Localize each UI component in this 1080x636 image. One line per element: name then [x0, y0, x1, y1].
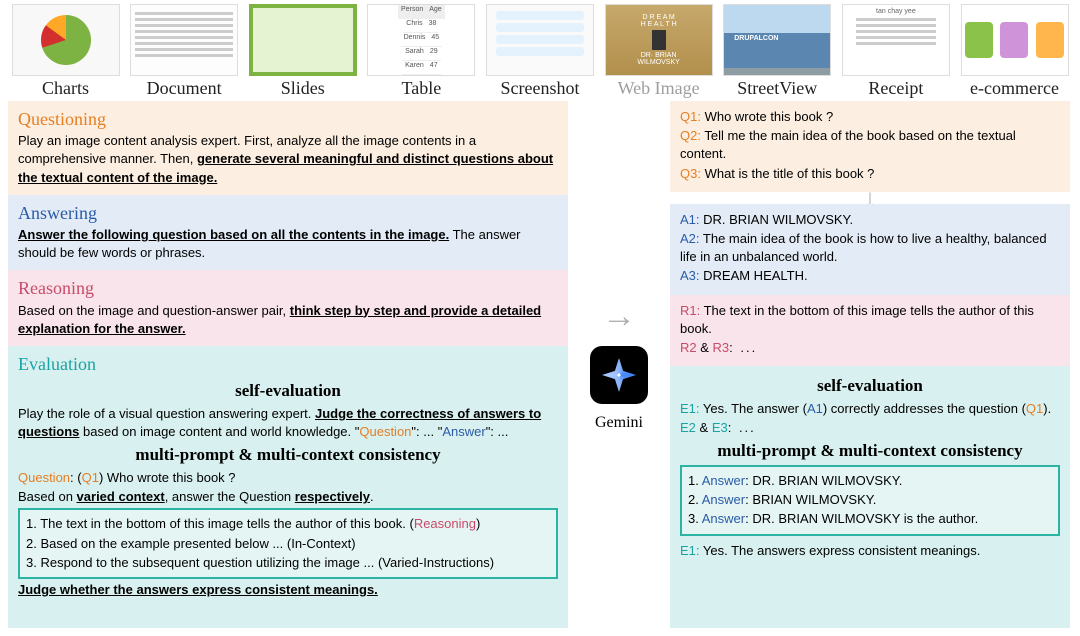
gemini-label: Gemini: [595, 414, 643, 432]
table-thumb: PersonAge Chris38 Dennis45 Sarah29 Karen…: [367, 4, 475, 76]
right-reasoning-panel: R1: The text in the bottom of this image…: [670, 295, 1070, 367]
r1-label: R1:: [680, 303, 700, 318]
table-caption: Table: [402, 78, 442, 99]
document-caption: Document: [147, 78, 222, 99]
reasoning-panel: Reasoning Based on the image and questio…: [8, 270, 568, 346]
left-column: Questioning Play an image content analys…: [8, 101, 568, 628]
center-column: → Gemini: [568, 101, 670, 628]
right-answers-panel: A1: DR. BRIAN WILMOVSKY. A2: The main id…: [670, 204, 1070, 295]
thumb-ecommerce: e-commerce: [957, 4, 1072, 99]
a1-label: A1:: [680, 212, 700, 227]
multi-prompt-heading: multi-prompt & multi-context consistency: [18, 443, 558, 467]
thumb-charts: Charts: [8, 4, 123, 99]
answering-panel: Answering Answer the following question …: [8, 195, 568, 271]
e1-label: E1:: [680, 401, 700, 416]
a2-label: A2:: [680, 231, 700, 246]
evaluation-title: Evaluation: [18, 352, 558, 377]
questioning-title: Questioning: [18, 107, 558, 132]
right-questions-panel: Q1: Who wrote this book ? Q2: Tell me th…: [670, 101, 1070, 192]
evaluation-panel: Evaluation self-evaluation Play the role…: [8, 346, 568, 628]
streetview-caption: StreetView: [737, 78, 817, 99]
main-area: Questioning Play an image content analys…: [0, 99, 1080, 634]
ecommerce-caption: e-commerce: [970, 78, 1059, 99]
eval-context-line: Based on varied context, answer the Ques…: [18, 488, 558, 506]
arrow-down-icon: ↓: [670, 192, 1070, 204]
thumb-webimage: D R E A M H E A L T H DR· BRIAN WILMOVSK…: [601, 4, 716, 99]
eval-question-line: Question: (Q1) Who wrote this book ?: [18, 469, 558, 487]
right-eval-panel: self-evaluation E1: Yes. The answer (A1)…: [670, 366, 1070, 628]
context-box: 1. The text in the bottom of this image …: [18, 508, 558, 579]
slides-thumb: [249, 4, 357, 76]
charts-thumb: [12, 4, 120, 76]
judge-line: Judge whether the answers express consis…: [18, 581, 558, 599]
thumb-screenshot: Screenshot: [483, 4, 598, 99]
thumb-streetview: StreetView: [720, 4, 835, 99]
self-eval-text: Play the role of a visual question answe…: [18, 405, 558, 441]
q3-label: Q3:: [680, 166, 701, 181]
webimage-thumb: D R E A M H E A L T H DR· BRIAN WILMOVSK…: [605, 4, 713, 76]
thumb-document: Document: [127, 4, 242, 99]
receipt-caption: Receipt: [868, 78, 923, 99]
thumbnail-row: Charts Document Slides PersonAge Chris38…: [0, 0, 1080, 99]
document-thumb: [130, 4, 238, 76]
q1-label: Q1:: [680, 109, 701, 124]
answering-title: Answering: [18, 201, 558, 226]
a3-label: A3:: [680, 268, 700, 283]
screenshot-thumb: [486, 4, 594, 76]
questioning-panel: Questioning Play an image content analys…: [8, 101, 568, 195]
questioning-text: Play an image content analysis expert. F…: [18, 132, 558, 187]
thumb-slides: Slides: [245, 4, 360, 99]
right-answers-box: 1. Answer: DR. BRIAN WILMOVSKY. 2. Answe…: [680, 465, 1060, 536]
self-eval-heading: self-evaluation: [18, 379, 558, 403]
webimage-caption: Web Image: [618, 78, 700, 99]
screenshot-caption: Screenshot: [501, 78, 580, 99]
right-mp-heading: multi-prompt & multi-context consistency: [680, 439, 1060, 463]
thumb-table: PersonAge Chris38 Dennis45 Sarah29 Karen…: [364, 4, 479, 99]
slides-caption: Slides: [281, 78, 325, 99]
right-self-eval-heading: self-evaluation: [680, 374, 1060, 398]
reasoning-title: Reasoning: [18, 276, 558, 301]
answering-text: Answer the following question based on a…: [18, 226, 558, 262]
arrow-right-icon: →: [602, 297, 636, 336]
charts-caption: Charts: [42, 78, 89, 99]
right-column: Q1: Who wrote this book ? Q2: Tell me th…: [670, 101, 1070, 628]
ef-label: E1:: [680, 543, 700, 558]
q2-label: Q2:: [680, 128, 701, 143]
gemini-icon: [590, 346, 648, 404]
thumb-receipt: tan chay yee Receipt: [838, 4, 953, 99]
ecommerce-thumb: [961, 4, 1069, 76]
streetview-thumb: [723, 4, 831, 76]
person-icon: [652, 30, 666, 50]
reasoning-text: Based on the image and question-answer p…: [18, 302, 558, 338]
receipt-thumb: tan chay yee: [842, 4, 950, 76]
